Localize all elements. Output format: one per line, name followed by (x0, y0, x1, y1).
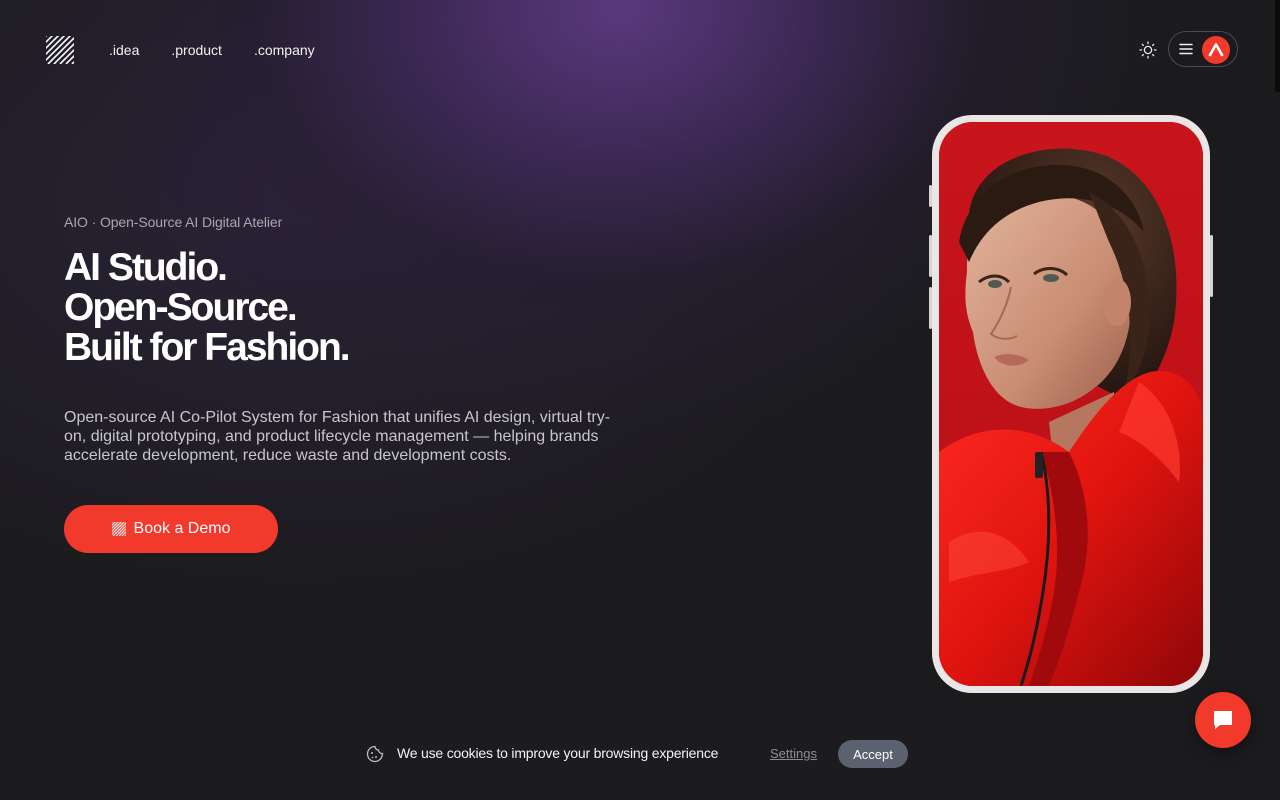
hero-headline: AI Studio. Open-Source. Built for Fashio… (64, 246, 351, 369)
woman-in-red-jacket-photo (939, 122, 1203, 686)
cookie-settings-link[interactable]: Settings (770, 746, 817, 761)
chat-button[interactable] (1195, 692, 1251, 748)
diagonal-stripes-logo-icon[interactable] (46, 36, 74, 64)
nav-link-product[interactable]: .product (171, 41, 222, 59)
triangle-a-icon (1208, 43, 1224, 57)
brand-avatar (1202, 36, 1230, 64)
nav-link-company[interactable]: .company (254, 41, 315, 59)
scrollbar-edge (1275, 0, 1280, 92)
cookie-message: We use cookies to improve your browsing … (397, 745, 719, 761)
menu-button[interactable] (1168, 31, 1238, 67)
headline-line-3: Built for Fashion. (64, 326, 351, 369)
page: .idea .product .company AIO · Open-Sourc… (0, 0, 1280, 800)
phone-screen (939, 122, 1203, 686)
hamburger-icon (1179, 43, 1193, 55)
cookie-icon (366, 745, 384, 763)
phone-side-button (1210, 235, 1213, 297)
hero-description: Open-source AI Co-Pilot System for Fashi… (64, 409, 611, 464)
headline-line-1: AI Studio. (64, 246, 228, 289)
headline-line-2: Open-Source. (64, 286, 298, 329)
site-header: .idea .product .company (0, 0, 1280, 100)
book-demo-button[interactable]: Book a Demo (64, 505, 278, 553)
main-nav: .idea .product .company (109, 41, 347, 59)
phone-side-button (929, 235, 932, 277)
phone-side-button (929, 287, 932, 329)
phone-side-button (929, 185, 932, 207)
chat-bubble-icon (1214, 711, 1232, 729)
cookie-accept-button[interactable]: Accept (838, 740, 908, 768)
book-demo-label: Book a Demo (133, 520, 231, 537)
diagonal-stripes-icon (111, 522, 126, 536)
sun-icon[interactable] (1138, 40, 1158, 60)
phone-mockup (929, 115, 1213, 693)
hero-eyebrow: AIO · Open-Source AI Digital Atelier (64, 214, 283, 230)
nav-link-idea[interactable]: .idea (109, 41, 139, 59)
cookie-banner: We use cookies to improve your browsing … (320, 720, 940, 788)
